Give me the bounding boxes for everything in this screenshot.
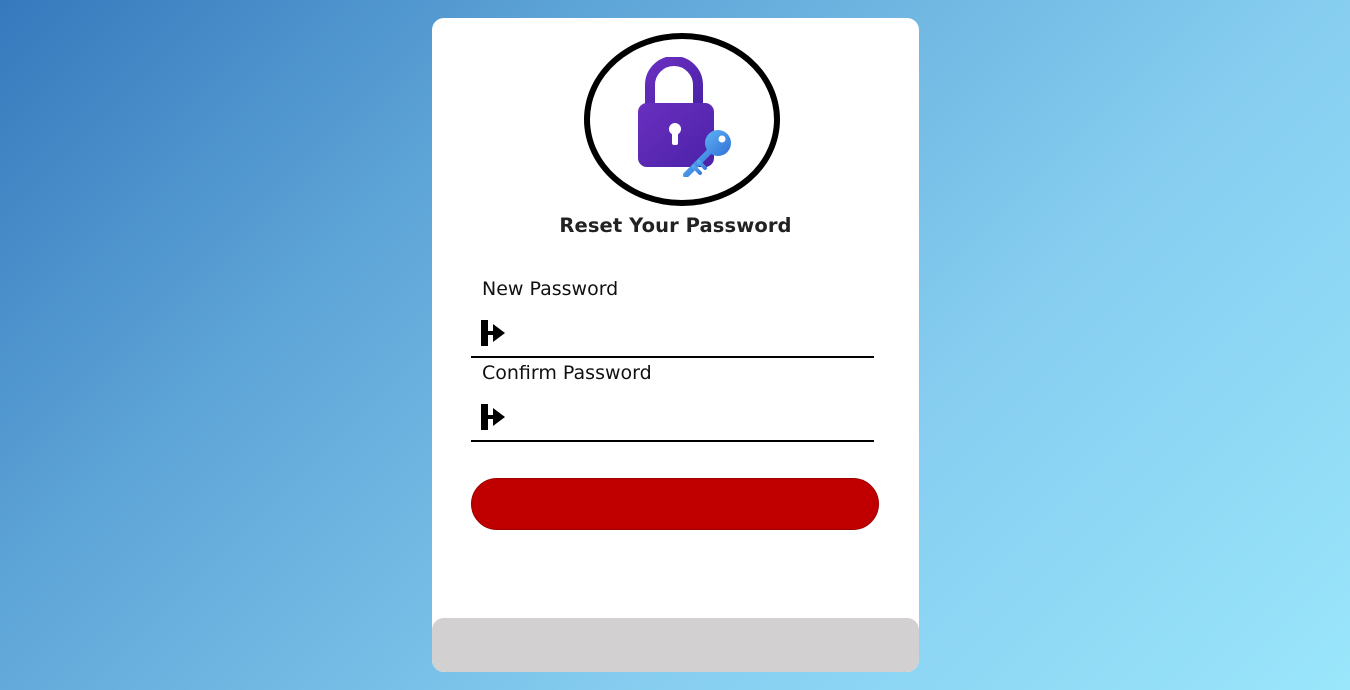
reset-password-button[interactable] [471, 478, 879, 530]
logo [584, 33, 780, 206]
confirm-password-field: Confirm Password [471, 358, 874, 442]
padlock-key-icon [638, 57, 731, 177]
confirm-password-input[interactable] [511, 398, 866, 434]
card-footer [432, 618, 919, 672]
login-arrow-icon [481, 404, 505, 430]
new-password-label: New Password [482, 278, 619, 300]
reset-password-card: Reset Your Password New Password Confirm… [432, 18, 919, 672]
page-title: Reset Your Password [559, 214, 792, 237]
confirm-password-label: Confirm Password [482, 362, 652, 384]
new-password-field: New Password [471, 274, 874, 358]
login-arrow-icon [481, 320, 505, 346]
new-password-input[interactable] [511, 314, 866, 350]
